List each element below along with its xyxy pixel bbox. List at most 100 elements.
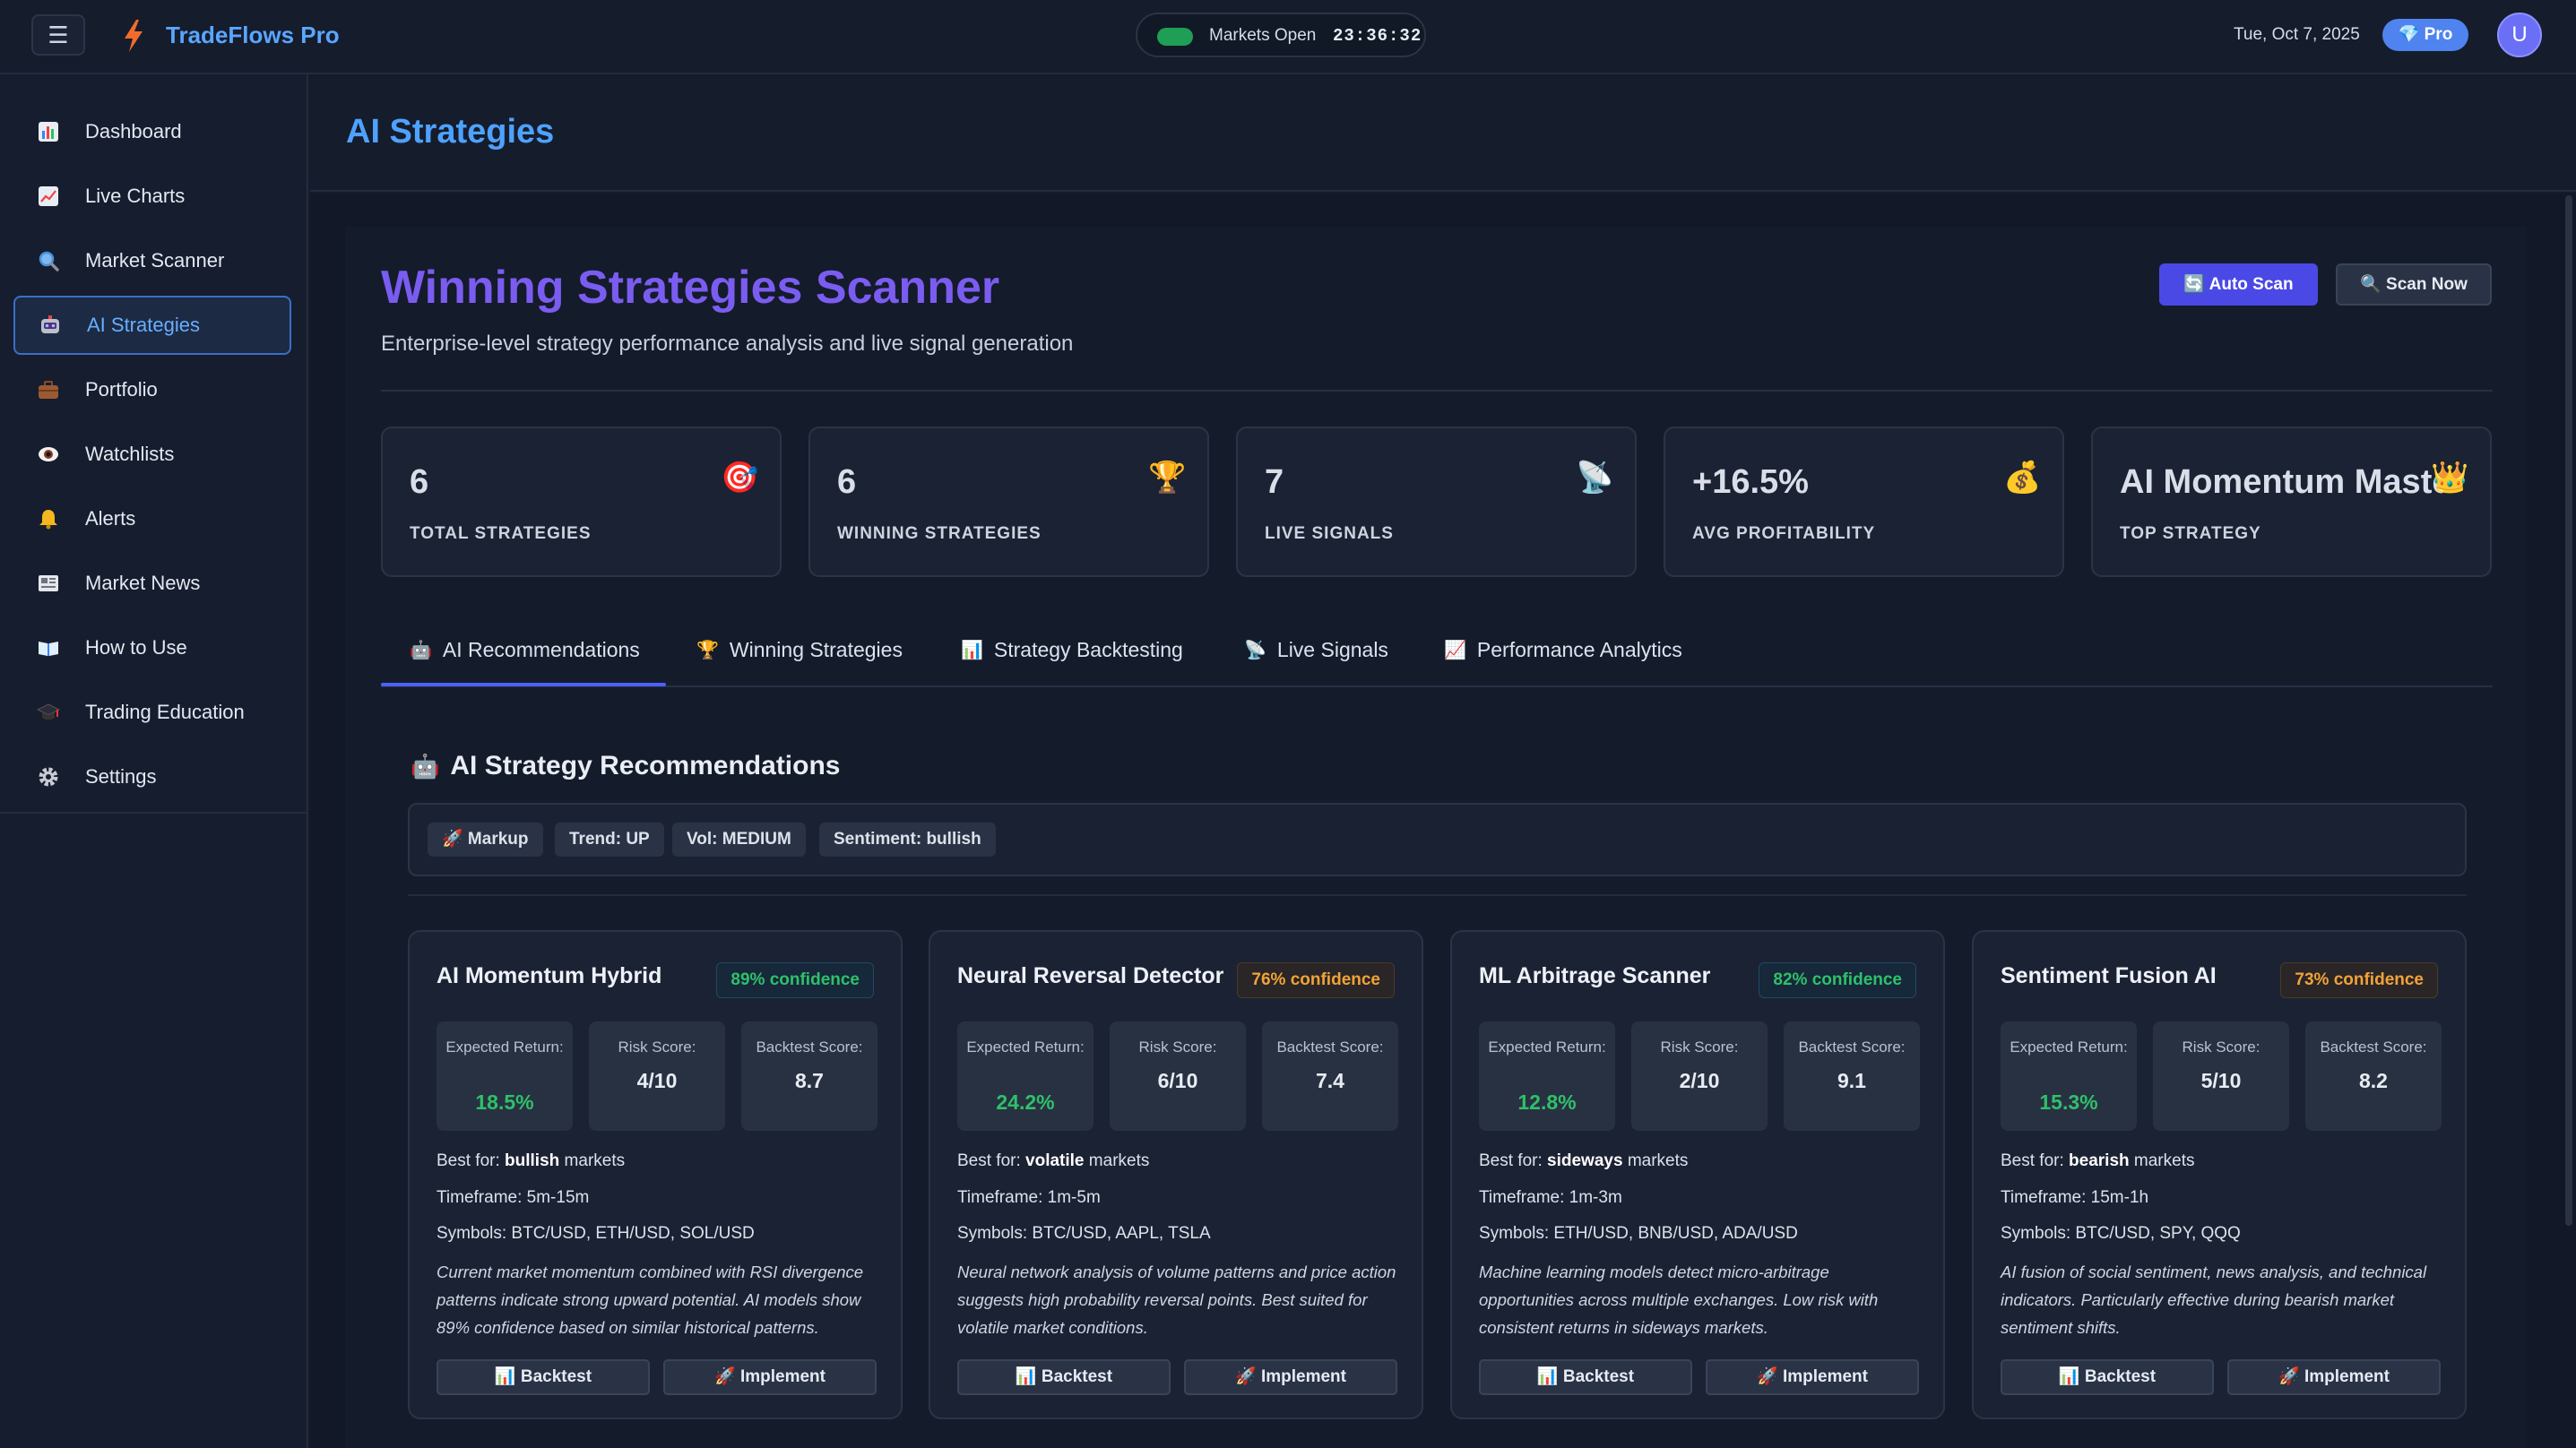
backtest-button[interactable]: 📊 Backtest [1479,1359,1692,1395]
metric-value: 2/10 [1679,1069,1720,1092]
sidebar-item-ai-strategies[interactable]: AI Strategies [13,296,291,355]
backtest-score-metric: Backtest Score: 8.2 [2305,1021,2442,1131]
line-chart-icon [39,186,58,206]
backtest-score-metric: Backtest Score: 7.4 [1262,1021,1398,1131]
tab-live-signals[interactable]: 📡 Live Signals [1244,627,1388,672]
scan-now-button[interactable]: 🔍 Scan Now [2336,263,2492,306]
pro-plan-badge[interactable]: 💎 Pro [2382,19,2468,51]
robot-icon: 🤖 [411,753,440,780]
tab-performance-analytics[interactable]: 📈 Performance Analytics [1444,627,1682,672]
sidebar: Dashboard Live Charts Market Scanner AI … [0,74,308,1448]
sidebar-item-how-to-use[interactable]: How to Use [13,618,291,677]
expected-return-metric: Expected Return: 24.2% [957,1021,1094,1131]
hamburger-menu-button[interactable]: ☰ [31,14,85,56]
best-for-line: Best for: volatile markets [957,1151,1150,1170]
briefcase-icon [39,381,58,399]
trophy-icon: 🏆 [1148,461,1187,495]
stat-value: 6 [410,463,429,501]
timeframe-line: Timeframe: 1m-5m [957,1188,1101,1207]
best-for-line: Best for: bearish markets [2001,1151,2195,1170]
metric-label: Backtest Score: [2320,1039,2427,1056]
content-scrollbar[interactable] [2565,195,2572,1226]
app-title[interactable]: TradeFlows Pro [166,20,340,50]
strategy-description: Neural network analysis of volume patter… [957,1263,1396,1337]
risk-score-metric: Risk Score: 5/10 [2153,1021,2289,1131]
sidebar-item-label: Watchlists [85,443,175,465]
strategy-card: Neural Reversal Detector 76% confidence … [929,930,1423,1419]
tab-ai-recommendations[interactable]: 🤖 AI Recommendations [410,627,640,672]
sidebar-divider [0,812,308,814]
symbols-line: Symbols: BTC/USD, SPY, QQQ [2001,1224,2241,1243]
recommendations-title-text: AI Strategy Recommendations [450,751,841,780]
metric-label: Backtest Score: [1798,1039,1906,1056]
market-status-pill: Markets Open 23:36:32 [1136,13,1426,57]
market-clock: 23:36:32 [1333,26,1422,46]
metric-label: Risk Score: [2182,1039,2260,1056]
metric-label: Backtest Score: [1276,1039,1384,1056]
sidebar-item-market-scanner[interactable]: Market Scanner [13,231,291,290]
bar-chart-icon [39,122,58,142]
implement-button[interactable]: 🚀 Implement [1184,1359,1397,1395]
metric-value: 24.2% [996,1090,1055,1114]
lightning-logo-icon [125,20,143,52]
metric-label: Risk Score: [1138,1039,1217,1056]
stat-value: +16.5% [1692,463,1809,501]
stat-label: WINNING STRATEGIES [837,524,1042,543]
risk-score-metric: Risk Score: 4/10 [589,1021,725,1131]
satellite-icon: 📡 [1576,461,1614,495]
strategy-description: Current market momentum combined with RS… [437,1263,864,1337]
implement-button[interactable]: 🚀 Implement [2227,1359,2441,1395]
metric-value: 7.4 [1316,1069,1344,1092]
tab-label: AI Recommendations [442,637,640,661]
risk-score-metric: Risk Score: 2/10 [1631,1021,1768,1131]
implement-button[interactable]: 🚀 Implement [1706,1359,1919,1395]
metric-label: Expected Return: [2010,1039,2128,1056]
implement-button[interactable]: 🚀 Implement [663,1359,877,1395]
backtest-button[interactable]: 📊 Backtest [2001,1359,2214,1395]
gear-icon [39,767,58,787]
satellite-icon: 📡 [1244,640,1266,660]
auto-scan-button[interactable]: 🔄 Auto Scan [2159,263,2318,306]
magnifier-icon [39,251,59,272]
sidebar-item-trading-education[interactable]: Trading Education [13,683,291,742]
metric-value: 15.3% [2039,1090,2098,1114]
sidebar-item-portfolio[interactable]: Portfolio [13,360,291,419]
hamburger-icon: ☰ [48,22,69,48]
active-tab-indicator [381,683,666,686]
money-bag-icon: 💰 [2003,461,2042,495]
user-avatar[interactable]: U [2497,13,2542,57]
crown-icon: 👑 [2431,461,2469,495]
stat-card-avg-profitability: +16.5% AVG PROFITABILITY 💰 [1664,427,2064,577]
sidebar-item-settings[interactable]: Settings [13,747,291,806]
market-phase-chip: 🚀 Markup [428,823,543,857]
trophy-icon: 🏆 [696,640,719,660]
sidebar-item-label: Trading Education [85,701,245,723]
tab-strategy-backtesting[interactable]: 📊 Strategy Backtesting [961,627,1183,672]
section-divider [408,894,2467,896]
metric-value: 18.5% [475,1090,534,1114]
backtest-button[interactable]: 📊 Backtest [437,1359,650,1395]
stat-card-live-signals: 7 LIVE SIGNALS 📡 [1236,427,1637,577]
tab-winning-strategies[interactable]: 🏆 Winning Strategies [696,627,903,672]
expected-return-metric: Expected Return: 15.3% [2001,1021,2137,1131]
strategy-description: Machine learning models detect micro-arb… [1479,1263,1879,1337]
metric-label: Expected Return: [445,1039,564,1056]
market-status-label: Markets Open [1209,26,1317,45]
backtest-button[interactable]: 📊 Backtest [957,1359,1171,1395]
sidebar-item-label: How to Use [85,636,187,659]
stat-value: AI Momentum Master [2120,463,2442,501]
sidebar-item-live-charts[interactable]: Live Charts [13,167,291,226]
sidebar-item-alerts[interactable]: Alerts [13,489,291,548]
expected-return-metric: Expected Return: 12.8% [1479,1021,1615,1131]
backtest-score-metric: Backtest Score: 9.1 [1784,1021,1920,1131]
tabs-divider [381,685,2493,687]
tab-label: Strategy Backtesting [993,637,1183,661]
tab-label: Winning Strategies [729,637,903,661]
stat-label: LIVE SIGNALS [1265,524,1394,543]
sidebar-item-market-news[interactable]: Market News [13,554,291,613]
sidebar-item-watchlists[interactable]: Watchlists [13,425,291,484]
robot-icon [41,315,59,333]
sidebar-item-label: Market Scanner [85,249,225,272]
volatility-chip: Vol: MEDIUM [672,823,806,857]
sidebar-item-dashboard[interactable]: Dashboard [13,102,291,161]
